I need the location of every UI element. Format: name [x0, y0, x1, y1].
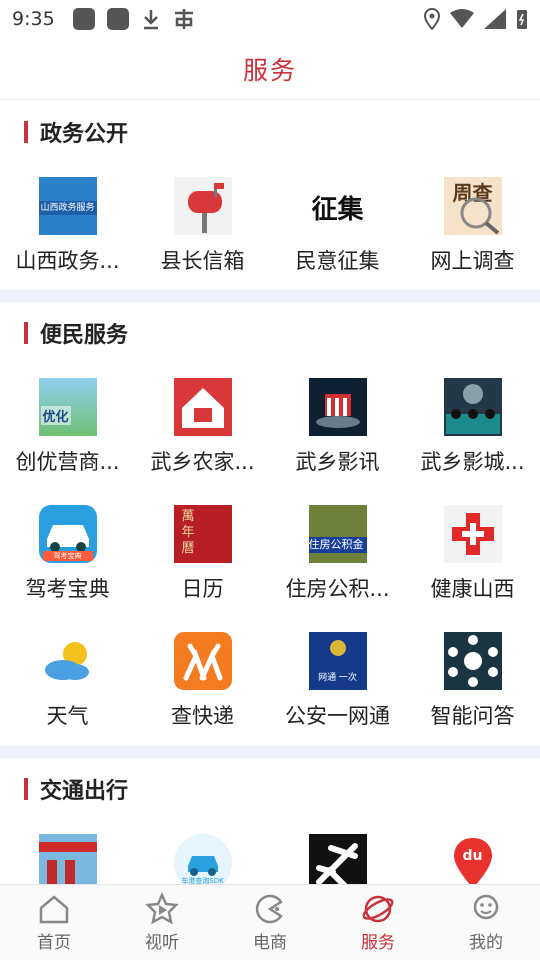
service-item-opinion[interactable]: 征集 民意征集: [270, 163, 405, 290]
service-item-label: 山西政务...: [15, 249, 120, 273]
service-item-label: 武乡农家...: [150, 450, 255, 474]
bottom-tab-bar: 首页 视听 电商 服务 我的: [0, 884, 540, 960]
section-government-affairs: 政务公开 山西政务服务 山西政务... 县长信箱 征集 民意征集 周查 网上调查: [0, 101, 540, 290]
business-env-icon: 优化: [38, 378, 97, 436]
battery-icon: [517, 10, 527, 29]
tab-video[interactable]: 视听: [108, 885, 216, 960]
driving-test-icon: 驾考宝典: [38, 505, 97, 563]
status-bar: 9:35: [0, 0, 540, 38]
survey-icon: 周查: [443, 177, 502, 235]
service-item-shanxi-gov[interactable]: 山西政务服务 山西政务...: [0, 163, 135, 290]
service-item-survey[interactable]: 周查 网上调查: [405, 163, 540, 290]
service-item-express[interactable]: 查快递: [135, 618, 270, 745]
police-icon: 网通 一次: [308, 632, 367, 690]
service-item-farmhouse[interactable]: 武乡农家...: [135, 364, 270, 491]
location-icon: [424, 8, 440, 30]
app-notification-icon: [174, 9, 193, 29]
tab-service[interactable]: 服务: [324, 885, 432, 960]
movie-news-icon: [308, 378, 367, 436]
section-divider: [0, 746, 540, 758]
home-icon: [39, 895, 69, 924]
service-item-label: 县长信箱: [160, 249, 245, 273]
status-time: 9:35: [12, 8, 55, 30]
tab-label: 首页: [37, 933, 71, 953]
tab-label: 电商: [253, 933, 287, 953]
mailbox-icon: [173, 177, 232, 235]
service-item-label: 驾考宝典: [25, 577, 110, 601]
service-item-police[interactable]: 网通 一次 公安一网通: [270, 618, 405, 745]
weather-icon: [39, 632, 97, 690]
tab-label: 我的: [469, 933, 503, 953]
section-convenience-services: 便民服务 优化 创优营商... 武乡农家... 武乡影讯 武乡影城... 驾考宝…: [0, 302, 540, 745]
section-accent-bar: [24, 322, 28, 344]
service-item-label: 创优营商...: [15, 450, 120, 474]
notification-icon: [72, 8, 95, 30]
section-accent-bar: [24, 121, 28, 143]
tab-label: 视听: [145, 933, 179, 953]
service-item-label: 日历: [181, 577, 224, 601]
signal-icon: [484, 9, 506, 29]
section-header: 政务公开: [0, 101, 540, 163]
section-divider: [0, 290, 540, 302]
service-item-business-env[interactable]: 优化 创优营商...: [0, 364, 135, 491]
download-icon: [143, 10, 158, 30]
service-item-calendar[interactable]: 萬年曆 日历: [135, 491, 270, 618]
service-item-health[interactable]: 健康山西: [405, 491, 540, 618]
service-item-housing-fund[interactable]: 住房公积金 住房公积...: [270, 491, 405, 618]
video-icon: [145, 892, 179, 925]
page-title: 服务: [242, 55, 297, 85]
service-item-weather[interactable]: 天气: [0, 618, 135, 745]
wifi-icon: [450, 9, 474, 28]
section-title: 政务公开: [40, 122, 129, 147]
express-icon: [173, 632, 232, 690]
service-item-label: 天气: [46, 704, 89, 728]
notification-icon: [106, 8, 129, 30]
section-accent-bar: [24, 778, 28, 800]
service-item-label: 健康山西: [430, 577, 515, 601]
tab-home[interactable]: 首页: [0, 885, 108, 960]
service-item-mailbox[interactable]: 县长信箱: [135, 163, 270, 290]
title-bar: 服务: [0, 38, 540, 100]
housing-fund-icon: 住房公积金: [308, 505, 367, 563]
service-item-label: 智能问答: [430, 704, 515, 728]
service-icon: [362, 895, 394, 923]
service-item-label: 住房公积...: [285, 577, 390, 601]
service-item-label: 武乡影城...: [420, 450, 525, 474]
profile-icon: [473, 894, 499, 920]
tab-shop[interactable]: 电商: [216, 885, 324, 960]
tab-label: 服务: [361, 933, 395, 953]
shanxi-gov-icon: 山西政务服务: [38, 177, 97, 235]
service-item-movie-news[interactable]: 武乡影讯: [270, 364, 405, 491]
section-title: 便民服务: [40, 323, 129, 348]
smart-qa-icon: [443, 632, 502, 690]
service-item-cinema[interactable]: 武乡影城...: [405, 364, 540, 491]
shop-icon: [255, 894, 283, 924]
service-item-label: 武乡影讯: [295, 450, 380, 474]
farmhouse-icon: [173, 378, 232, 436]
service-item-label: 民意征集: [295, 249, 380, 273]
section-header: 交通出行: [0, 758, 540, 820]
opinion-collect-icon: 征集: [308, 177, 367, 235]
cinema-icon: [443, 378, 502, 436]
section-title: 交通出行: [40, 779, 129, 804]
tab-profile[interactable]: 我的: [432, 885, 540, 960]
service-item-label: 网上调查: [430, 249, 515, 273]
service-item-label: 查快递: [171, 704, 234, 728]
section-header: 便民服务: [0, 302, 540, 364]
service-item-driving-test[interactable]: 驾考宝典 驾考宝典: [0, 491, 135, 618]
service-item-label: 公安一网通: [285, 704, 390, 728]
service-item-smart-qa[interactable]: 智能问答: [405, 618, 540, 745]
health-cross-icon: [443, 505, 502, 563]
calendar-icon: 萬年曆: [173, 505, 232, 563]
